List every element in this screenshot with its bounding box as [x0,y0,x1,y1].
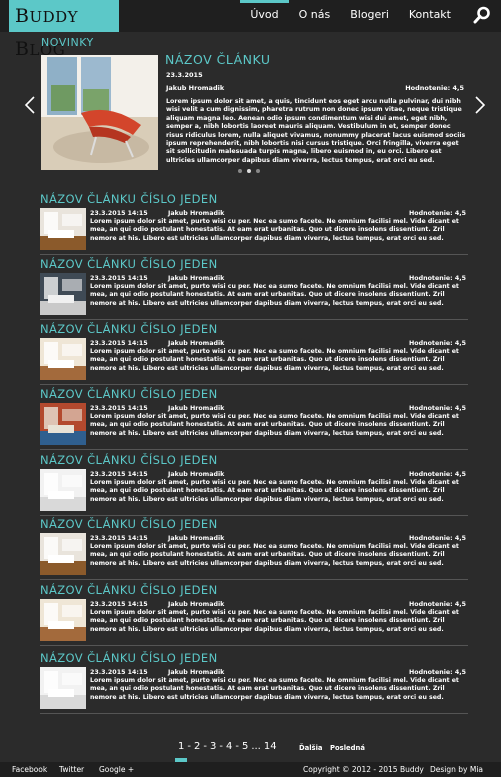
site-header: BUDDY BLOG Úvod O nás Blogeri Kontakt [0,0,501,60]
page-link-14[interactable]: 14 [263,741,278,752]
nav-item-kontakt[interactable]: Kontakt [399,0,461,32]
article-rating: Hodnotenie: 4,5 [409,340,466,347]
last-page-link[interactable]: Posledná [330,744,365,752]
logo-letter-b: B [15,5,30,27]
chevron-right-icon[interactable] [474,96,488,116]
page-link-4[interactable]: 4 [225,741,233,752]
article-date: 23.3.2015 14:15 [90,471,148,478]
footer-design-credit: Design by Mia [430,765,484,774]
site-logo[interactable]: BUDDY BLOG [9,0,119,60]
article-excerpt: Lorem ipsum dolor sit amet, purto wisi c… [90,609,459,633]
article-thumbnail[interactable] [40,599,86,641]
article-title[interactable]: NÁZOV ČLÁNKU ČÍSLO JEDEN [40,192,218,206]
featured-title[interactable]: NÁZOV ČLÁNKU [165,52,271,67]
article-title[interactable]: NÁZOV ČLÁNKU ČÍSLO JEDEN [40,583,218,597]
article-thumbnail[interactable] [40,338,86,380]
article-excerpt: Lorem ipsum dolor sit amet, purto wisi c… [90,413,459,437]
article-excerpt: Lorem ipsum dolor sit amet, purto wisi c… [90,218,459,242]
article-author: Jakub Hromadik [168,275,225,282]
article-excerpt: Lorem ipsum dolor sit amet, purto wisi c… [90,348,459,372]
article-excerpt: Lorem ipsum dolor sit amet, purto wisi c… [90,677,459,701]
article-thumbnail[interactable] [40,208,86,250]
article-thumbnail[interactable] [40,403,86,445]
article-date: 23.3.2015 14:15 [90,405,148,412]
article-author: Jakub Hromadik [168,471,225,478]
article-author: Jakub Hromadik [168,405,225,412]
article-title[interactable]: NÁZOV ČLÁNKU ČÍSLO JEDEN [40,257,218,271]
article-title[interactable]: NÁZOV ČLÁNKU ČÍSLO JEDEN [40,453,218,467]
article-item: NÁZOV ČLÁNKU ČÍSLO JEDEN 23.3.2015 14:15 J… [40,453,468,516]
article-item: NÁZOV ČLÁNKU ČÍSLO JEDEN 23.3.2015 14:15 J… [40,517,468,580]
article-date: 23.3.2015 14:15 [90,275,148,282]
article-rating: Hodnotenie: 4,5 [409,405,466,412]
article-date: 23.3.2015 14:15 [90,669,148,676]
featured-image[interactable] [41,55,158,170]
slider-dots [238,169,260,173]
article-thumbnail[interactable] [40,533,86,575]
page-ellipsis: ... [251,741,261,752]
article-item: NÁZOV ČLÁNKU ČÍSLO JEDEN 23.3.2015 14:15 J… [40,651,468,714]
pagination: 1 - 2 - 3 - 4 - 5 ... 14 [174,741,278,762]
article-thumbnail[interactable] [40,469,86,511]
nav-item-blogeri[interactable]: Blogeri [340,0,399,32]
article-rating: Hodnotenie: 4,5 [409,669,466,676]
site-footer: Facebook Twitter Google + Copyright © 20… [0,762,501,777]
footer-link-facebook[interactable]: Facebook [12,765,47,774]
article-item: NÁZOV ČLÁNKU ČÍSLO JEDEN 23.3.2015 14:15 J… [40,387,468,450]
footer-link-google[interactable]: Google + [99,765,134,774]
article-title[interactable]: NÁZOV ČLÁNKU ČÍSLO JEDEN [40,517,218,531]
search-icon[interactable] [473,6,491,24]
article-excerpt: Lorem ipsum dolor sit amet, purto wisi c… [90,283,459,307]
article-rating: Hodnotenie: 4,5 [409,210,466,217]
slider-dot[interactable] [256,169,260,173]
page-link-2[interactable]: 2 [193,741,201,752]
footer-link-twitter[interactable]: Twitter [59,765,84,774]
article-title[interactable]: NÁZOV ČLÁNKU ČÍSLO JEDEN [40,651,218,665]
featured-rating: Hodnotenie: 4,5 [405,84,464,92]
article-author: Jakub Hromadik [168,340,225,347]
article-date: 23.3.2015 14:15 [90,601,148,608]
article-excerpt: Lorem ipsum dolor sit amet, purto wisi c… [90,543,459,567]
article-date: 23.3.2015 14:15 [90,535,148,542]
page-link-5[interactable]: 5 [241,741,249,752]
article-item: NÁZOV ČLÁNKU ČÍSLO JEDEN 23.3.2015 14:15 J… [40,322,468,385]
article-rating: Hodnotenie: 4,5 [409,535,466,542]
featured-date: 23.3.2015 [166,71,203,79]
article-item: NÁZOV ČLÁNKU ČÍSLO JEDEN 23.3.2015 14:15 J… [40,257,468,320]
article-author: Jakub Hromadik [168,601,225,608]
nav-item-o-nas[interactable]: O nás [289,0,341,32]
article-date: 23.3.2015 14:15 [90,210,148,217]
article-rating: Hodnotenie: 4,5 [409,471,466,478]
article-date: 23.3.2015 14:15 [90,340,148,347]
slider-dot[interactable] [238,169,242,173]
article-excerpt: Lorem ipsum dolor sit amet, purto wisi c… [90,479,459,503]
logo-text-uddy: UDDY [29,8,79,26]
logo-letter-b2: B [15,38,30,60]
article-title[interactable]: NÁZOV ČLÁNKU ČÍSLO JEDEN [40,387,218,401]
article-rating: Hodnotenie: 4,5 [409,275,466,282]
page-link-1[interactable]: 1 [174,741,188,762]
article-item: NÁZOV ČLÁNKU ČÍSLO JEDEN 23.3.2015 14:15 J… [40,192,468,255]
article-author: Jakub Hromadik [168,535,225,542]
article-rating: Hodnotenie: 4,5 [409,601,466,608]
article-author: Jakub Hromadik [168,210,225,217]
footer-copyright: Copyright © 2012 - 2015 Buddy [303,765,424,774]
section-title-novinky: NOVINKY [41,36,94,49]
featured-author: Jakub Hromadik [166,84,225,92]
featured-text: Lorem ipsum dolor sit amet, a quis, tinc… [166,98,466,164]
article-item: NÁZOV ČLÁNKU ČÍSLO JEDEN 23.3.2015 14:15 J… [40,583,468,646]
nav-item-uvod[interactable]: Úvod [240,0,289,32]
article-thumbnail[interactable] [40,273,86,315]
page-link-3[interactable]: 3 [209,741,217,752]
article-title[interactable]: NÁZOV ČLÁNKU ČÍSLO JEDEN [40,322,218,336]
chevron-left-icon[interactable] [24,96,38,116]
article-author: Jakub Hromadik [168,669,225,676]
main-nav: Úvod O nás Blogeri Kontakt [240,0,461,32]
slider-dot-active[interactable] [247,169,251,173]
next-page-link[interactable]: Ďalšia [299,744,323,752]
article-thumbnail[interactable] [40,667,86,709]
